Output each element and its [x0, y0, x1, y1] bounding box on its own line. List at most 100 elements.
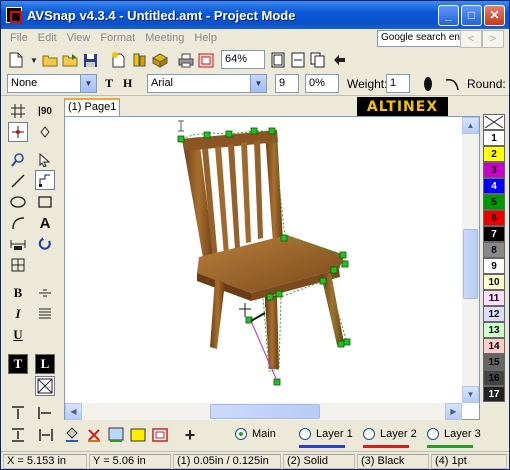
rotate-icon[interactable]: [35, 234, 55, 254]
zoom-tool-icon[interactable]: [8, 150, 28, 170]
color-swatch-11[interactable]: 11: [483, 290, 505, 306]
line-tool-icon[interactable]: [8, 171, 28, 191]
distribute-horizontal-icon[interactable]: [37, 426, 55, 444]
color-swatch-14[interactable]: 14: [483, 338, 505, 354]
color-swatch-15[interactable]: 15: [483, 354, 505, 370]
bold-button[interactable]: B: [8, 283, 28, 303]
rectangle-tool-icon[interactable]: [35, 192, 55, 212]
text-tool-icon[interactable]: A: [35, 213, 55, 233]
align-top-icon[interactable]: [8, 403, 28, 423]
layer-3-radio[interactable]: Layer 3: [427, 428, 481, 440]
yellow-fill-icon[interactable]: [129, 426, 147, 444]
dimension-tool-icon[interactable]: [8, 234, 28, 254]
no-color-swatch[interactable]: [483, 114, 505, 130]
fit-page-icon[interactable]: [269, 51, 287, 69]
line-style-select[interactable]: None ▼: [7, 74, 97, 93]
curve-icon[interactable]: [443, 75, 461, 93]
scroll-right-icon[interactable]: ▶: [445, 403, 462, 420]
print-icon[interactable]: [177, 51, 195, 69]
color-swatch-5[interactable]: 5: [483, 194, 505, 210]
snap-90-icon[interactable]: |90: [35, 101, 55, 121]
vertical-scrollbar[interactable]: ▲ ▼: [462, 117, 479, 403]
align-left-icon[interactable]: [35, 403, 55, 423]
font-select[interactable]: Arial ▼: [147, 74, 267, 93]
layer-main-radio[interactable]: Main: [235, 428, 276, 440]
text-style-button-2[interactable]: L: [35, 354, 55, 374]
new-file-icon[interactable]: [7, 51, 25, 69]
italic-button[interactable]: I: [8, 304, 28, 324]
text-tool-button[interactable]: T: [105, 76, 113, 91]
menu-help[interactable]: Help: [189, 32, 222, 44]
weight-field[interactable]: 1: [386, 74, 410, 93]
scroll-left-icon[interactable]: ◀: [65, 403, 82, 420]
polyline-tool-icon[interactable]: [35, 170, 55, 190]
color-swatch-6[interactable]: 6: [483, 210, 505, 226]
chevron-down-icon[interactable]: ▼: [250, 75, 266, 92]
menu-view[interactable]: View: [62, 32, 96, 44]
vertical-scroll-thumb[interactable]: [463, 229, 478, 299]
horizontal-scroll-thumb[interactable]: [210, 404, 320, 419]
multi-page-icon[interactable]: [309, 51, 327, 69]
nav-back-button[interactable]: <: [460, 30, 482, 48]
pin-icon[interactable]: [35, 122, 55, 142]
color-swatch-10[interactable]: 10: [483, 274, 505, 290]
fill-bucket-icon[interactable]: [63, 426, 81, 444]
frame-icon[interactable]: [197, 51, 215, 69]
color-swatch-3[interactable]: 3: [483, 162, 505, 178]
color-swatch-9[interactable]: 9: [483, 258, 505, 274]
color-swatch-1[interactable]: 1: [483, 130, 505, 146]
add-icon[interactable]: +: [181, 425, 199, 445]
zoom-field[interactable]: 64%: [221, 50, 265, 69]
color-swatch-16[interactable]: 16: [483, 370, 505, 386]
nav-forward-button[interactable]: >: [482, 30, 504, 48]
color-swatch-17[interactable]: 17: [483, 386, 505, 402]
layer-1-radio[interactable]: Layer 1: [299, 428, 353, 440]
underline-button[interactable]: U: [8, 325, 28, 345]
color-swatch-2[interactable]: 2: [483, 146, 505, 162]
crosshair-icon[interactable]: [8, 122, 28, 142]
menu-format[interactable]: Format: [95, 32, 140, 44]
opacity-field[interactable]: 0%: [305, 74, 339, 93]
library-icon[interactable]: [131, 51, 149, 69]
hyper-tool-button[interactable]: H: [123, 76, 132, 91]
maximize-button[interactable]: □: [461, 4, 482, 26]
search-input[interactable]: Google search en: [377, 30, 461, 47]
new-page-icon[interactable]: [109, 51, 127, 69]
line-end-icon[interactable]: [419, 75, 437, 93]
no-fill-icon[interactable]: [35, 376, 55, 396]
pointer-icon[interactable]: [35, 150, 55, 170]
tab-page1[interactable]: (1) Page1: [64, 98, 120, 116]
chevron-down-icon[interactable]: ▼: [80, 75, 96, 92]
red-frame-icon[interactable]: [151, 426, 169, 444]
menu-edit[interactable]: Edit: [33, 32, 62, 44]
strike-icon[interactable]: [35, 283, 55, 303]
drawing-canvas[interactable]: [64, 116, 480, 420]
table-tool-icon[interactable]: [8, 255, 28, 275]
grid-icon[interactable]: [8, 101, 28, 121]
fit-width-icon[interactable]: [289, 51, 307, 69]
exit-icon[interactable]: [331, 51, 349, 69]
menu-file[interactable]: File: [5, 32, 33, 44]
eraser-icon[interactable]: [85, 426, 103, 444]
distribute-vertical-icon[interactable]: [9, 426, 27, 444]
color-swatch-13[interactable]: 13: [483, 322, 505, 338]
package-icon[interactable]: [151, 51, 169, 69]
align-justify-icon[interactable]: [35, 304, 55, 324]
scroll-up-icon[interactable]: ▲: [462, 117, 479, 134]
horizontal-scrollbar[interactable]: ◀ ▶: [65, 403, 462, 420]
text-style-button-1[interactable]: T: [8, 354, 28, 374]
color-swatch-4[interactable]: 4: [483, 178, 505, 194]
color-swatch-8[interactable]: 8: [483, 242, 505, 258]
ellipse-tool-icon[interactable]: [8, 192, 28, 212]
arc-tool-icon[interactable]: [8, 213, 28, 233]
font-size-field[interactable]: 9: [275, 74, 299, 93]
color-swatch-7[interactable]: 7: [483, 226, 505, 242]
minimize-button[interactable]: _: [438, 4, 459, 26]
picture-icon[interactable]: [107, 426, 125, 444]
import-folder-icon[interactable]: [61, 51, 79, 69]
altinex-logo[interactable]: ALTINEX: [357, 97, 448, 117]
color-swatch-12[interactable]: 12: [483, 306, 505, 322]
scroll-down-icon[interactable]: ▼: [462, 386, 479, 403]
close-button[interactable]: ✕: [484, 4, 505, 26]
menu-meeting[interactable]: Meeting: [140, 32, 189, 44]
